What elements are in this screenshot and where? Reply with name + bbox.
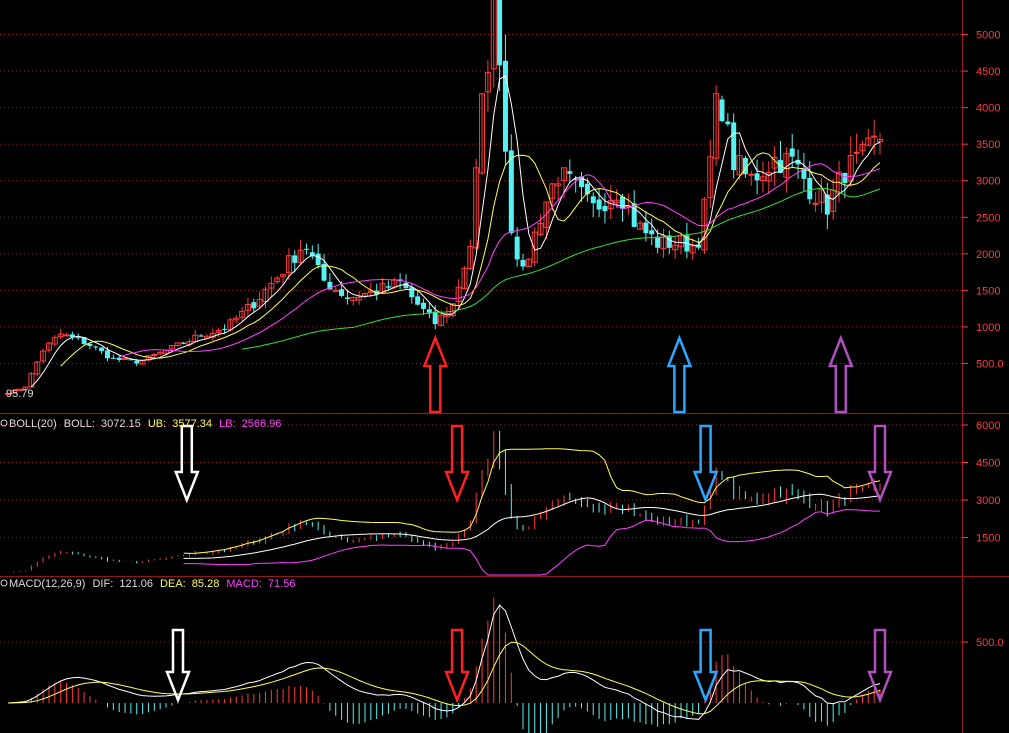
candle-body: [344, 297, 350, 299]
candle-body: [75, 337, 81, 339]
price-tick-label: 2500: [976, 212, 1000, 224]
dif-value: 121.06: [119, 578, 153, 590]
candle-body: [134, 360, 140, 364]
candle-body: [432, 311, 438, 325]
price-tick-label: 3000: [976, 176, 1000, 188]
candle-body: [508, 150, 514, 234]
candle-body: [63, 334, 70, 337]
boll-name: BOLL(20): [9, 418, 57, 430]
candle: [122, 357, 129, 360]
price-tick-label: 2000: [976, 249, 1000, 261]
ub-value: 3577.34: [172, 418, 212, 430]
candle-body: [93, 346, 99, 348]
candle: [731, 113, 737, 179]
ub-label: UB:: [148, 418, 166, 430]
boll-tick-label: 1500: [976, 533, 1000, 545]
stock-chart[interactable]: 500.0 1000 1500 2000 2500 3000 3500 4000 4500 500…: [0, 0, 1009, 733]
candle-body: [853, 151, 860, 154]
candle-body: [502, 60, 508, 152]
price-tick-label: 5000: [976, 30, 1000, 42]
candle-body: [649, 230, 655, 235]
candle-body: [590, 196, 596, 204]
candle-body: [116, 357, 122, 360]
boll-label: BOLL:: [64, 418, 95, 430]
candle-body: [807, 177, 813, 200]
boll-tick-label: 6000: [976, 420, 1000, 432]
candle-body: [251, 302, 257, 309]
lb-value: 2566.96: [242, 418, 282, 430]
macd-header: MACD(12,26,9) DIF: 121.06 DEA: 85.28 MAC…: [0, 578, 295, 590]
price-tick-label: 500.0: [976, 358, 1004, 370]
candle-body: [409, 287, 415, 298]
dea-value: 85.28: [192, 578, 220, 590]
macd-name: MACD(12,26,9): [9, 578, 85, 590]
candle-body: [655, 236, 661, 248]
candle-body: [198, 335, 204, 337]
candle-body: [731, 122, 737, 171]
candle-body: [725, 121, 731, 125]
candle-body: [110, 357, 116, 359]
candle-body: [514, 236, 520, 260]
candle-body: [339, 289, 345, 296]
candle-body: [567, 171, 573, 174]
candle-body: [754, 173, 760, 181]
candle-body: [87, 343, 93, 346]
dif-label: DIF:: [92, 578, 113, 590]
macd-value: 71.56: [268, 578, 296, 590]
boll-value: 3072.15: [101, 418, 141, 430]
candle-body: [315, 253, 321, 266]
candle-body: [842, 172, 848, 184]
candle-body: [222, 328, 228, 330]
boll-tick-label: 3000: [976, 495, 1000, 507]
price-tick-label: 1500: [976, 285, 1000, 297]
candle-body: [122, 357, 129, 360]
macd-label: MACD:: [226, 578, 261, 590]
lb-label: LB:: [219, 418, 236, 430]
candle-body: [181, 342, 187, 344]
candle-body: [602, 206, 608, 212]
candle-body: [426, 309, 432, 313]
candle-body: [719, 99, 725, 122]
candle-body: [292, 255, 298, 263]
candle-body: [385, 286, 391, 288]
candle-body: [789, 148, 795, 157]
price-tick-label: 4500: [976, 66, 1000, 78]
candle-body: [812, 202, 819, 205]
candle-body: [520, 259, 526, 267]
macd-tick-label: 500.0: [976, 637, 1004, 649]
candle-body: [643, 222, 649, 234]
price-min-label: 95.79: [6, 388, 34, 400]
candle-body: [99, 347, 105, 352]
candle-body: [748, 173, 755, 176]
dea-label: DEA:: [160, 578, 186, 590]
boll-tick-label: 4500: [976, 458, 1000, 470]
price-tick-label: 3500: [976, 139, 1000, 151]
candle-body: [596, 199, 602, 210]
price-tick-label: 4000: [976, 103, 1000, 115]
candle-body: [303, 248, 309, 250]
candle-body: [104, 350, 110, 359]
svg-text:MACD(12,26,9) DIF:: MACD(12,26,9) DIF: 121.06 DEA: 85.28 MAC…: [9, 578, 295, 590]
candle-body: [619, 196, 625, 209]
candle-body: [415, 296, 421, 305]
candle-body: [497, 0, 503, 66]
candle-body: [151, 353, 158, 356]
candle-body: [421, 302, 427, 309]
price-tick-label: 1000: [976, 322, 1000, 334]
candle: [719, 95, 725, 123]
